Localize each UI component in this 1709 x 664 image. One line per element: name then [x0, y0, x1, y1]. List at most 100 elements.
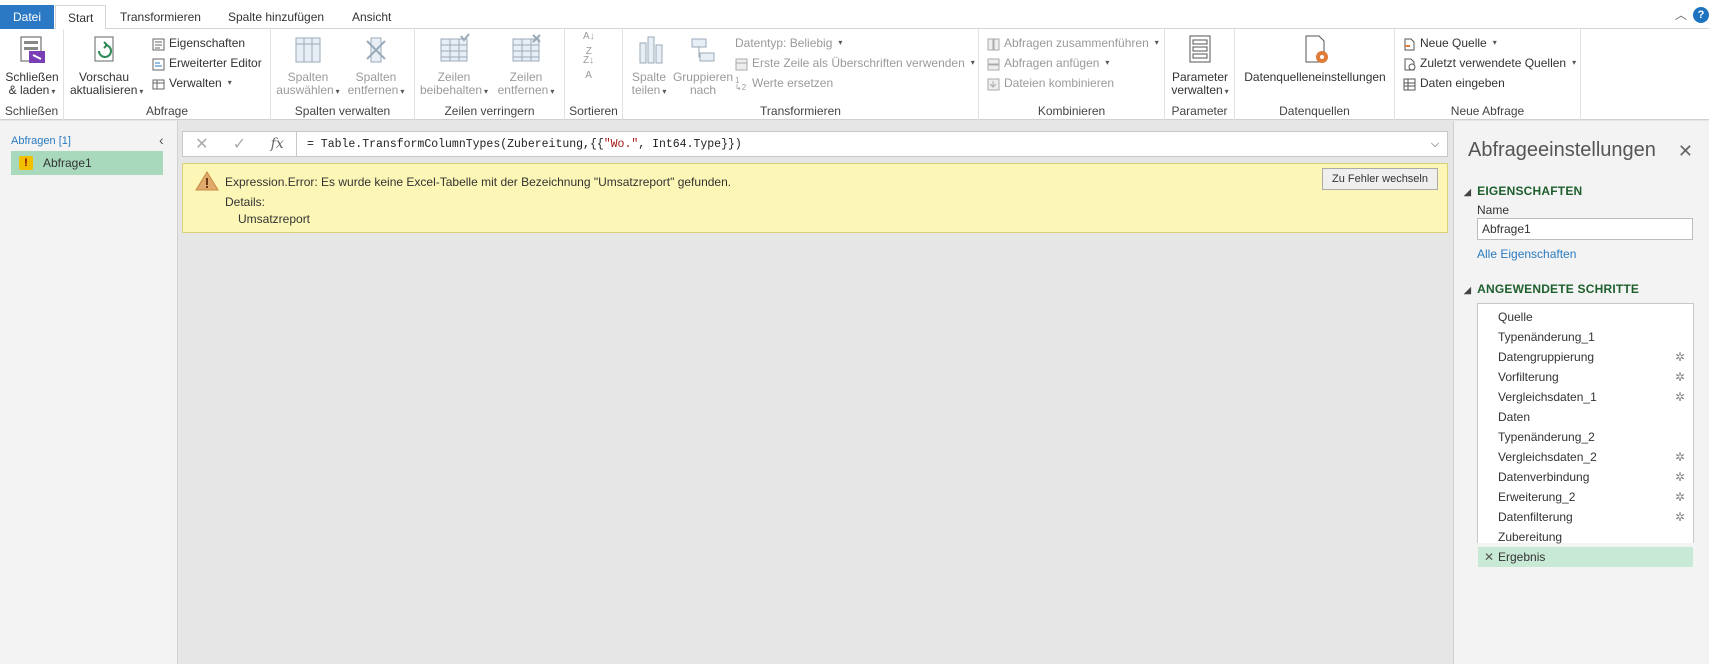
- group-transform-label: Transformieren: [760, 104, 841, 118]
- close-icon[interactable]: ✕: [1678, 141, 1693, 162]
- gear-icon[interactable]: ✲: [1675, 487, 1685, 507]
- query-item-label: Abfrage1: [43, 156, 92, 170]
- split-column-icon: [632, 33, 666, 67]
- step-item[interactable]: Vergleichsdaten_1 ✲: [1478, 387, 1693, 407]
- collapse-ribbon-icon[interactable]: ︿: [1675, 6, 1687, 23]
- gear-icon[interactable]: ✲: [1675, 507, 1685, 527]
- step-item[interactable]: Quelle: [1478, 307, 1693, 327]
- step-label: Datenfilterung: [1498, 510, 1573, 524]
- help-icon[interactable]: ?: [1693, 6, 1709, 23]
- applied-steps-list: Quelle Typenänderung_1 Datengruppierung ✲ Vo…: [1477, 303, 1694, 567]
- replace-values-button[interactable]: 1 ↳2 Werte ersetzen: [735, 73, 833, 93]
- step-item[interactable]: Vorfilterung ✲: [1478, 367, 1693, 387]
- step-label: Typenänderung_2: [1498, 430, 1595, 444]
- tab-start[interactable]: Start: [55, 5, 107, 30]
- go-to-error-button[interactable]: Zu Fehler wechseln: [1322, 168, 1438, 190]
- new-source-button[interactable]: Neue Quelle ▾: [1403, 33, 1497, 53]
- sort-descending-icon[interactable]: Z↓ A: [583, 55, 594, 81]
- group-query-label: Abfrage: [145, 104, 189, 118]
- group-transform: Spalte teilen ▾ Gruppieren nach Datentyp: B…: [623, 29, 979, 120]
- group-by-button[interactable]: Gruppieren nach: [671, 33, 735, 97]
- tab-view[interactable]: Ansicht: [340, 5, 403, 29]
- manage-button[interactable]: Verwalten ▾: [152, 73, 232, 93]
- recent-sources-button[interactable]: Zuletzt verwendete Quellen ▾: [1403, 53, 1576, 73]
- combine-files-icon: [987, 77, 1000, 90]
- query-item[interactable]: ! Abfrage1: [11, 151, 163, 175]
- error-detail: Umsatzreport: [238, 212, 311, 226]
- gear-icon[interactable]: ✲: [1675, 347, 1685, 367]
- fx-icon[interactable]: fx: [258, 136, 296, 152]
- keep-rows-button[interactable]: Zeilen beibehalten ▾: [419, 33, 489, 98]
- append-queries-button[interactable]: Abfragen anfügen ▾: [987, 53, 1109, 73]
- step-label: Datenverbindung: [1498, 470, 1590, 484]
- step-label: Daten: [1498, 410, 1531, 424]
- data-type-dropdown[interactable]: Datentyp: Beliebig ▾: [735, 33, 842, 53]
- warning-icon: !: [19, 156, 33, 170]
- confirm-icon[interactable]: ✓: [221, 134, 259, 154]
- step-item[interactable]: ✕ Ergebnis: [1478, 547, 1693, 567]
- group-parameter: Parameter verwalten ▾ Parameter: [1165, 29, 1235, 120]
- step-label: Typenänderung_1: [1498, 330, 1595, 344]
- tab-file[interactable]: Datei: [0, 5, 55, 29]
- step-item[interactable]: Vergleichsdaten_2 ✲: [1478, 447, 1693, 467]
- split-column-button[interactable]: Spalte teilen ▾: [627, 33, 671, 98]
- group-reduce-rows: Zeilen beibehalten ▾ Zeilen entfernen ▾ Zeil…: [415, 29, 565, 120]
- applied-steps-header[interactable]: ◢ ANGEWENDETE SCHRITTE: [1464, 282, 1639, 296]
- group-combine-label: Kombinieren: [1037, 104, 1106, 118]
- cancel-icon[interactable]: ✕: [183, 134, 221, 154]
- step-item[interactable]: Daten: [1478, 407, 1693, 427]
- step-item[interactable]: Typenänderung_2: [1478, 427, 1693, 447]
- group-by-icon: [686, 33, 720, 67]
- keep-rows-icon: [437, 33, 471, 67]
- step-item[interactable]: Typenänderung_1: [1478, 327, 1693, 347]
- close-load-icon: [15, 33, 49, 67]
- data-source-settings-icon: [1298, 33, 1332, 67]
- delete-step-icon[interactable]: ✕: [1484, 547, 1494, 567]
- step-item[interactable]: Erweiterung_2 ✲: [1478, 487, 1693, 507]
- choose-columns-button[interactable]: Spalten auswählen ▾: [275, 33, 341, 98]
- group-manage-columns-label: Spalten verwalten: [294, 104, 391, 118]
- merge-queries-button[interactable]: Abfragen zusammenführen ▾: [987, 33, 1159, 53]
- first-row-headers-button[interactable]: Erste Zeile als Überschriften verwenden ▾: [735, 53, 975, 73]
- remove-rows-button[interactable]: Zeilen entfernen ▾: [491, 33, 561, 98]
- properties-button[interactable]: Eigenschaften: [152, 33, 245, 53]
- tab-add-column[interactable]: Spalte hinzufügen: [216, 5, 336, 29]
- sort-ascending-icon[interactable]: A↓ Z: [583, 31, 595, 57]
- gear-icon[interactable]: ✲: [1675, 447, 1685, 467]
- remove-columns-button[interactable]: Spalten entfernen ▾: [343, 33, 409, 98]
- error-message: Expression.Error: Es wurde keine Excel-T…: [225, 172, 731, 212]
- name-field[interactable]: Abfrage1: [1477, 218, 1693, 240]
- tab-transform[interactable]: Transformieren: [108, 5, 213, 29]
- formula-input[interactable]: = Table.TransformColumnTypes(Zubereitung…: [297, 138, 1423, 151]
- group-combine: Abfragen zusammenführen ▾ Abfragen anfüge…: [979, 29, 1165, 120]
- refresh-icon: [87, 33, 121, 67]
- step-item[interactable]: Datenfilterung ✲: [1478, 507, 1693, 527]
- gear-icon[interactable]: ✲: [1675, 387, 1685, 407]
- group-data-sources: Datenquelleneinstellungen Datenquellen: [1235, 29, 1395, 120]
- advanced-editor-button[interactable]: Erweiterter Editor: [152, 53, 262, 73]
- all-properties-link[interactable]: Alle Eigenschaften: [1477, 247, 1576, 261]
- gear-icon[interactable]: ✲: [1675, 367, 1685, 387]
- data-source-settings-button[interactable]: Datenquelleneinstellungen: [1237, 33, 1393, 84]
- step-item[interactable]: Datengruppierung ✲: [1478, 347, 1693, 367]
- collapse-pane-icon[interactable]: ‹: [159, 132, 164, 148]
- group-new-query-label: Neue Abfrage: [1450, 104, 1525, 118]
- step-label: Zubereitung: [1498, 530, 1563, 544]
- close-load-button[interactable]: Schließen & laden ▾: [4, 33, 60, 98]
- error-details-label: Details:: [225, 195, 266, 209]
- recent-sources-icon: [1403, 57, 1416, 70]
- manage-parameters-button[interactable]: Parameter verwalten ▾: [1168, 33, 1232, 98]
- enter-data-button[interactable]: Daten eingeben: [1403, 73, 1505, 93]
- group-sort: A↓ Z Z↓ A Sortieren: [565, 29, 623, 120]
- step-label: Quelle: [1498, 310, 1533, 324]
- step-item[interactable]: Datenverbindung ✲: [1478, 467, 1693, 487]
- group-reduce-rows-label: Zeilen verringern: [444, 104, 535, 118]
- step-item[interactable]: Zubereitung: [1478, 527, 1693, 547]
- expand-formula-icon[interactable]: ⌵: [1423, 138, 1447, 151]
- group-manage-columns: Spalten auswählen ▾ Spalten entfernen ▾ Spal…: [271, 29, 415, 120]
- properties-header[interactable]: ◢ EIGENSCHAFTEN: [1464, 184, 1582, 198]
- refresh-preview-button[interactable]: Vorschau aktualisieren ▾: [70, 33, 143, 98]
- combine-files-button[interactable]: Dateien kombinieren: [987, 73, 1114, 93]
- advanced-editor-icon: [152, 57, 165, 70]
- gear-icon[interactable]: ✲: [1675, 467, 1685, 487]
